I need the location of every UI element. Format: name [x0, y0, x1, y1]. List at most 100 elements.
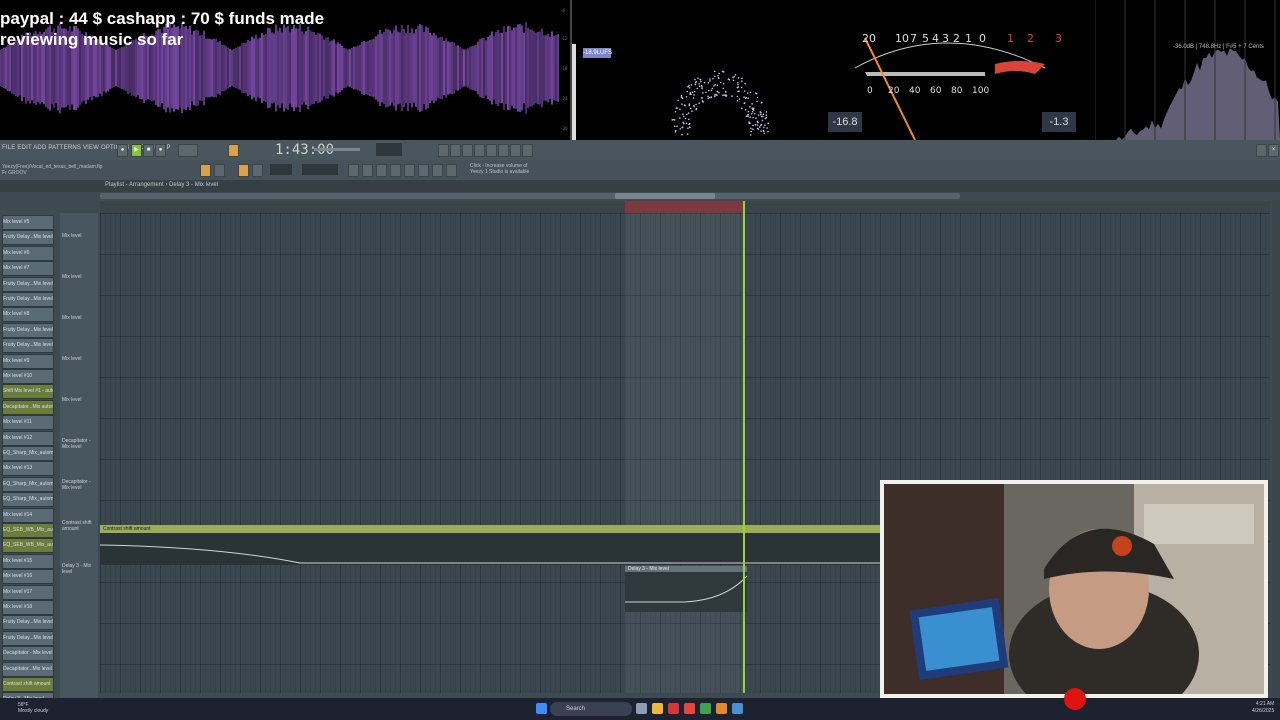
track-name-button[interactable]: Mix level #8 [2, 307, 54, 323]
vu-meter: 20 10 7 5 4 3 2 1 0 1 2 3 0 20 40 60 80 100 [845, 28, 1065, 140]
track-name-button[interactable]: Shift Mix level #1 - automation [2, 384, 54, 400]
track-header-label[interactable]: Decapitator - Mix level [62, 438, 98, 450]
stop-button[interactable]: ■ [143, 144, 154, 157]
play-button[interactable]: ▶ [131, 144, 142, 157]
close-button[interactable]: × [1268, 144, 1279, 157]
track-header-label[interactable]: Mix level [62, 356, 81, 362]
donation-line-1: paypal : 44 $ cashapp : 70 $ funds made [0, 9, 325, 28]
tool-button-7[interactable] [510, 144, 521, 157]
track-name-button[interactable]: Mix level #17 [2, 584, 54, 600]
track-header-label[interactable]: Mix level [62, 274, 81, 280]
tool-button-6[interactable] [498, 144, 509, 157]
tempo-tapper-button[interactable] [432, 164, 443, 177]
weather-widget[interactable]: 58°F Mostly cloudy [18, 702, 48, 714]
track-name-button[interactable]: EQ_Sharp_Mix_automation [2, 476, 54, 492]
track-name-button[interactable]: Mix level #13 [2, 461, 54, 477]
svg-text:-18: -18 [561, 66, 568, 71]
track-name-button[interactable]: Mix level #12 [2, 430, 54, 446]
track-name-button[interactable]: Fruity Delay...Mix level #1 [2, 230, 54, 246]
track-name-button[interactable]: Decapitator...Mix automation [2, 399, 54, 415]
fl-studio-icon[interactable] [716, 703, 727, 714]
track-name-button[interactable]: Contrast shift amount [2, 677, 54, 692]
tool-button-1[interactable] [438, 144, 449, 157]
master-volume-slider[interactable] [314, 148, 360, 151]
vu-scale-label: 2 [953, 32, 960, 45]
mixer-button[interactable] [390, 164, 401, 177]
track-name-button[interactable]: Mix level #15 [2, 553, 54, 569]
track-name-button[interactable]: Mix level #6 [2, 245, 54, 261]
loop-range[interactable] [625, 201, 745, 213]
task-view-icon[interactable] [636, 703, 647, 714]
track-header-label[interactable]: Mix level [62, 397, 81, 403]
track-header-label[interactable]: Contrast shift amount [62, 520, 98, 532]
timeline-ruler[interactable] [100, 201, 1270, 213]
track-name-button[interactable]: Fruity Delay...Mix level #1 [2, 338, 54, 354]
automation-clip-delay[interactable] [625, 566, 747, 612]
weather-condition: Mostly cloudy [18, 708, 49, 714]
horizontal-scrollbar[interactable] [100, 193, 960, 199]
tool-button-8[interactable] [522, 144, 533, 157]
track-name-button[interactable]: Mix level #9 [2, 353, 54, 369]
track-name-button[interactable]: EQ_Sharp_Mix_automation [2, 446, 54, 461]
paint-tool[interactable] [238, 164, 249, 177]
track-name-button[interactable]: Mix level #14 [2, 507, 54, 523]
track-name-button[interactable]: Fruity Delay...Mix level #1 [2, 276, 54, 292]
record-button[interactable]: ● [155, 144, 166, 157]
track-name-button[interactable]: Fruity Delay...Mix level #1 [2, 322, 54, 338]
cpu-monitor [376, 143, 402, 156]
delete-tool[interactable] [252, 164, 263, 177]
piano-roll-button[interactable] [376, 164, 387, 177]
playlist-button[interactable] [404, 164, 415, 177]
vertical-scrollbar[interactable] [1272, 200, 1280, 698]
tool-button-5[interactable] [486, 144, 497, 157]
track-name-button[interactable]: Mix level #5 [2, 215, 54, 230]
track-name-button[interactable]: Mix level #16 [2, 569, 54, 585]
track-name-button[interactable]: Mix level #10 [2, 369, 54, 384]
track-name-button[interactable]: EQ_Sharp_Mix_automation [2, 492, 54, 508]
track-header-label[interactable]: Mix level [62, 315, 81, 321]
track-name-button[interactable]: Mix level #11 [2, 415, 54, 431]
file-explorer-icon[interactable] [652, 703, 663, 714]
automation-lane[interactable] [100, 533, 880, 565]
draw-tool[interactable] [214, 164, 225, 177]
scrollbar-thumb[interactable] [615, 193, 715, 199]
tempo-display[interactable] [178, 144, 198, 157]
chrome-icon[interactable] [700, 703, 711, 714]
pattern-song-toggle[interactable]: ● [117, 144, 128, 157]
secondary-toolbar [0, 160, 1280, 180]
track-name-button[interactable]: Decapitator...Mix level #1 [2, 661, 54, 677]
track-name-button[interactable]: EQ_SEB_WB_Mix_automation [2, 523, 54, 538]
windows-start-icon[interactable] [536, 703, 547, 714]
tool-button-4[interactable] [474, 144, 485, 157]
system-clock[interactable]: 4:21 AM 4/26/2025 [1252, 701, 1274, 715]
track-name-button[interactable]: Fruity Delay...Mix level #1 [2, 630, 54, 646]
app-icon-red[interactable] [668, 703, 679, 714]
track-name-button[interactable]: Mix level #7 [2, 261, 54, 277]
track-header-label[interactable]: Decapitator - Mix level [62, 479, 98, 491]
app-icon-blue[interactable] [732, 703, 743, 714]
track-name-button[interactable]: Fruity Delay...Mix level #1 [2, 615, 54, 631]
track-name-button[interactable]: Fruity Delay...Mix level #1 [2, 292, 54, 307]
track-name-button[interactable]: Mix level #18 [2, 600, 54, 615]
snap-select[interactable] [270, 164, 292, 175]
project-info-button[interactable] [446, 164, 457, 177]
youtube-icon[interactable] [684, 703, 695, 714]
minimize-button[interactable] [1256, 144, 1267, 157]
track-name-button[interactable]: EQ_SEB_WB_Mix_automation [2, 538, 54, 554]
track-header-label[interactable]: Mix level [62, 233, 81, 239]
browser-button[interactable] [348, 164, 359, 177]
playhead[interactable] [743, 201, 745, 693]
channel-rack-button[interactable] [362, 164, 373, 177]
track-header-label[interactable]: Delay 3 - Mix level [62, 563, 98, 575]
plugin-picker-button[interactable] [418, 164, 429, 177]
tool-button-3[interactable] [462, 144, 473, 157]
vu-scale-label: 5 [922, 32, 929, 45]
tool-button-2[interactable] [450, 144, 461, 157]
pattern-select[interactable] [302, 164, 338, 175]
metronome-button[interactable] [228, 144, 239, 157]
taskbar-search[interactable] [550, 702, 632, 716]
automation-clip-contrast[interactable] [100, 525, 880, 533]
vu-percent-label: 60 [930, 86, 942, 96]
snap-button[interactable] [200, 164, 211, 177]
track-name-button[interactable]: Decapitator - Mix level [2, 646, 54, 662]
